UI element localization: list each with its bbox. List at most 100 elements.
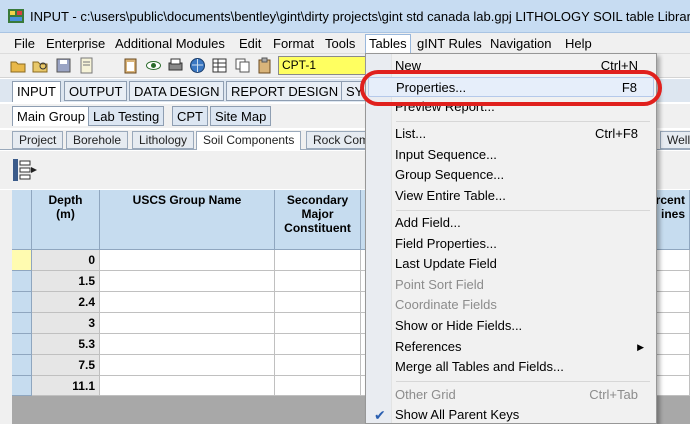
preview-eye-icon[interactable]	[145, 57, 162, 74]
menu-item-shortcut: Ctrl+Tab	[589, 387, 638, 402]
menu-item-label: Point Sort Field	[395, 277, 484, 292]
left-strip	[0, 190, 12, 424]
menu-item-other-grid[interactable]: Other Grid Ctrl+Tab	[368, 385, 654, 405]
depth-cell[interactable]: 2.4	[32, 292, 100, 313]
menu-item-label: Input Sequence...	[395, 147, 497, 162]
globe-icon[interactable]	[189, 57, 206, 74]
menu-item-group-sequence[interactable]: Group Sequence...	[368, 165, 654, 185]
table-icon[interactable]	[211, 57, 228, 74]
row-header[interactable]	[12, 292, 32, 313]
tab-lab-testing[interactable]: Lab Testing	[88, 106, 165, 126]
tab-input[interactable]: INPUT	[12, 81, 61, 102]
menu-help[interactable]: Help	[562, 35, 595, 53]
tab-main-group[interactable]: Main Group	[12, 106, 90, 126]
menu-item-point-sort-field[interactable]: Point Sort Field	[368, 275, 654, 295]
secondary-cell[interactable]	[275, 313, 361, 334]
menu-item-label: View Entire Table...	[395, 188, 506, 203]
menu-gint-rules[interactable]: gINT Rules	[414, 35, 485, 53]
tab-borehole[interactable]: Borehole	[66, 131, 129, 149]
menu-item-add-field[interactable]: Add Field...	[368, 213, 654, 233]
window-title: INPUT - c:\users\public\documents\bentle…	[30, 9, 690, 24]
menu-edit[interactable]: Edit	[236, 35, 264, 53]
project-combo-box[interactable]: CPT-1	[278, 56, 366, 75]
row-header[interactable]	[12, 334, 32, 355]
uscs-cell[interactable]	[100, 292, 275, 313]
menu-item-show-all-parent-keys[interactable]: ✔ Show All Parent Keys	[368, 405, 654, 424]
depth-cell[interactable]: 1.5	[32, 271, 100, 292]
row-header[interactable]	[12, 376, 32, 396]
row-header[interactable]	[12, 271, 32, 292]
column-header-uscs-group-name[interactable]: USCS Group Name	[100, 190, 275, 250]
depth-cell[interactable]: 0	[32, 250, 100, 271]
save-icon[interactable]	[55, 57, 72, 74]
tab-report-design[interactable]: REPORT DESIGN	[226, 81, 344, 101]
menu-item-label: Other Grid	[395, 387, 456, 402]
menu-navigation[interactable]: Navigation	[487, 35, 554, 53]
title-bar: INPUT - c:\users\public\documents\bentle…	[0, 0, 690, 33]
menu-separator	[396, 210, 650, 211]
menu-item-label: Last Update Field	[395, 256, 497, 271]
depth-cell[interactable]: 11.1	[32, 376, 100, 396]
menu-item-references[interactable]: References ▶	[368, 337, 654, 357]
column-header-depth[interactable]: Depth (m)	[32, 190, 100, 250]
uscs-cell[interactable]	[100, 250, 275, 271]
menu-file[interactable]: File	[11, 35, 38, 53]
menu-tables[interactable]: Tables	[365, 34, 411, 54]
tab-site-map[interactable]: Site Map	[210, 106, 272, 126]
tab-project[interactable]: Project	[12, 131, 64, 149]
uscs-cell[interactable]	[100, 376, 275, 396]
menu-item-coordinate-fields[interactable]: Coordinate Fields	[368, 295, 654, 315]
menu-format[interactable]: Format	[270, 35, 317, 53]
menu-item-last-update-field[interactable]: Last Update Field	[368, 254, 654, 274]
highlight-annotation	[360, 70, 662, 106]
document-icon[interactable]	[78, 57, 95, 74]
uscs-cell[interactable]	[100, 355, 275, 376]
tab-lithology[interactable]: Lithology	[132, 131, 195, 149]
menu-item-label: Coordinate Fields	[395, 297, 497, 312]
uscs-cell[interactable]	[100, 334, 275, 355]
depth-cell[interactable]: 5.3	[32, 334, 100, 355]
secondary-cell[interactable]	[275, 292, 361, 313]
uscs-cell[interactable]	[100, 313, 275, 334]
depth-cell[interactable]: 3	[32, 313, 100, 334]
copy-icon[interactable]	[234, 57, 251, 74]
menu-additional-modules[interactable]: Additional Modules	[112, 35, 228, 53]
menu-enterprise[interactable]: Enterprise	[43, 35, 108, 53]
menu-item-label: List...	[395, 126, 427, 141]
tab-well[interactable]: Well	[660, 131, 690, 149]
print-icon[interactable]	[167, 57, 184, 74]
menu-item-field-properties[interactable]: Field Properties...	[368, 234, 654, 254]
menu-item-label: References	[395, 339, 462, 354]
menu-separator	[396, 381, 650, 382]
menu-tools[interactable]: Tools	[322, 35, 358, 53]
checkmark-icon: ✔	[374, 407, 386, 423]
secondary-cell[interactable]	[275, 334, 361, 355]
depth-cell[interactable]: 7.5	[32, 355, 100, 376]
menu-item-label: Group Sequence...	[395, 167, 505, 182]
secondary-cell[interactable]	[275, 250, 361, 271]
row-header[interactable]	[12, 313, 32, 334]
clipboard-icon[interactable]	[122, 57, 139, 74]
tab-output[interactable]: OUTPUT	[64, 81, 128, 101]
menu-item-view-entire-table[interactable]: View Entire Table...	[368, 186, 654, 206]
menu-item-shortcut: Ctrl+F8	[595, 126, 638, 141]
tab-soil-components[interactable]: Soil Components	[196, 131, 302, 150]
row-header[interactable]	[12, 250, 32, 271]
paste-icon[interactable]	[256, 57, 273, 74]
secondary-cell[interactable]	[275, 355, 361, 376]
column-header-secondary-major-constituent[interactable]: Secondary Major Constituent	[275, 190, 361, 250]
tables-dropdown-menu: New Ctrl+N Properties... F8 Preview Repo…	[365, 53, 657, 424]
menu-item-list[interactable]: List... Ctrl+F8	[368, 124, 654, 144]
secondary-cell[interactable]	[275, 271, 361, 292]
menu-item-show-or-hide-fields[interactable]: Show or Hide Fields...	[368, 316, 654, 336]
open-folder-icon[interactable]	[10, 57, 27, 74]
menu-item-input-sequence[interactable]: Input Sequence...	[368, 145, 654, 165]
secondary-cell[interactable]	[275, 376, 361, 396]
menu-item-merge-all-tables-and-fields[interactable]: Merge all Tables and Fields...	[368, 357, 654, 377]
tab-cpt[interactable]: CPT	[172, 106, 208, 126]
grid-navigate-icon[interactable]	[12, 157, 38, 183]
row-header[interactable]	[12, 355, 32, 376]
uscs-cell[interactable]	[100, 271, 275, 292]
tab-data-design[interactable]: DATA DESIGN	[129, 81, 225, 101]
search-folder-icon[interactable]	[32, 57, 49, 74]
